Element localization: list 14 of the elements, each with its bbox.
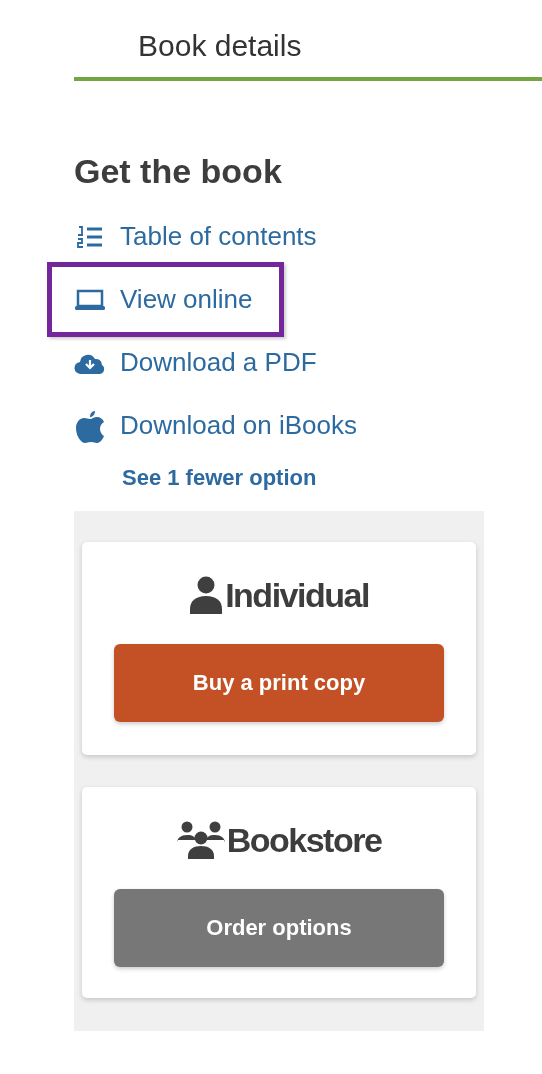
card-title: Individual [225,576,369,614]
section-heading: Get the book [74,151,283,191]
show-options-link[interactable]: See 1 fewer option [122,465,317,491]
apple-icon [75,408,105,443]
highlighted-link[interactable]: View online [47,262,284,337]
person-icon [189,576,224,614]
tab[interactable]: Book details [74,29,302,77]
laptop-icon [74,288,106,311]
group-icon [176,821,225,859]
buy-button[interactable]: Buy a print copy [114,644,444,722]
numbered-list-icon [77,225,103,248]
order-button[interactable]: Order options [114,889,444,967]
card-title: Bookstore [226,821,382,859]
link[interactable]: Download on iBooks [47,394,389,457]
